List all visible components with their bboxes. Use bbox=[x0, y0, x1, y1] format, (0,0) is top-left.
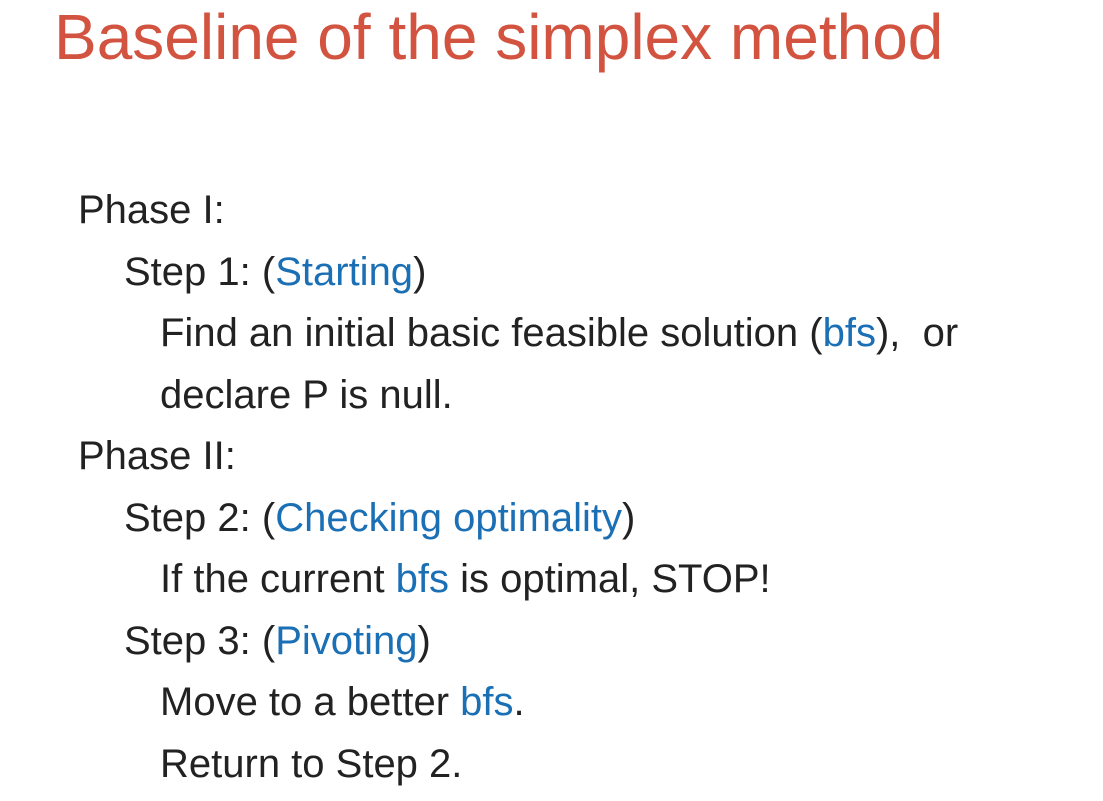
step-3-prefix: Step 3: ( bbox=[124, 618, 276, 663]
step-2-prefix: Step 2: ( bbox=[124, 495, 276, 540]
slide-body: Phase I: Step 1: (Starting) Find an init… bbox=[0, 180, 1103, 795]
step-3-term-bfs: bfs bbox=[460, 680, 514, 724]
step-2-suffix: ) bbox=[622, 495, 636, 540]
step-2-name: Checking optimality bbox=[275, 495, 623, 540]
step-2-description: If the current bfs is optimal, STOP! bbox=[0, 549, 1103, 611]
step-1-description-line-1: Find an initial basic feasible solution … bbox=[0, 303, 1103, 365]
step-3-text-a: Move to a better bbox=[160, 680, 461, 724]
slide-title: Baseline of the simplex method bbox=[54, 1, 944, 73]
step-3-description-line-1: Move to a better bfs. bbox=[0, 672, 1103, 734]
step-3-name: Pivoting bbox=[275, 618, 418, 663]
step-3-suffix: ) bbox=[417, 618, 431, 663]
step-3-heading: Step 3: (Pivoting) bbox=[0, 611, 1103, 673]
step-1-term-bfs: bfs bbox=[822, 311, 876, 355]
step-1-text-a: Find an initial basic feasible solution … bbox=[160, 311, 823, 355]
step-1-text-b: ), or bbox=[875, 311, 959, 355]
step-1-prefix: Step 1: ( bbox=[124, 249, 276, 294]
step-2-text-b: is optimal, STOP! bbox=[449, 557, 771, 601]
step-1-description-line-2: declare P is null. bbox=[160, 372, 453, 417]
step-1-name: Starting bbox=[275, 249, 414, 294]
step-2-text-a: If the current bbox=[160, 557, 396, 601]
step-3-text-b: . bbox=[513, 680, 525, 724]
step-1-heading: Step 1: (Starting) bbox=[0, 242, 1103, 304]
phase-2-heading: Phase II: bbox=[78, 434, 236, 478]
step-1-suffix: ) bbox=[413, 249, 427, 294]
step-2-term-bfs: bfs bbox=[395, 557, 450, 601]
step-2-heading: Step 2: (Checking optimality) bbox=[0, 488, 1103, 550]
phase-1-heading: Phase I: bbox=[78, 188, 225, 232]
step-3-description-line-2: Return to Step 2. bbox=[160, 741, 463, 786]
